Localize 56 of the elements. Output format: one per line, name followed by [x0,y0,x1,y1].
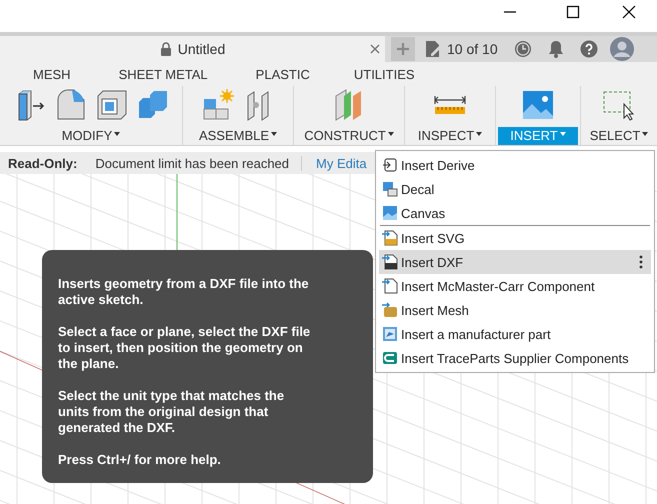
shell-icon[interactable] [94,88,128,122]
toolbar-group-button[interactable]: CONSTRUCT [300,127,398,145]
menu-item[interactable]: Canvas [379,201,651,225]
menu-item[interactable]: Decal [379,177,651,201]
new-component-icon[interactable] [200,88,234,122]
traceparts-icon [382,350,398,366]
mesh-icon [382,302,398,318]
avatar-icon[interactable] [610,37,634,61]
maximize-icon[interactable] [566,5,580,19]
notice-message: Document limit has been reached [95,156,302,170]
caret-icon [476,132,482,136]
document-edit-icon[interactable] [425,40,441,58]
menu-item[interactable]: Insert TraceParts Supplier Components [379,346,651,370]
menu-item[interactable]: Insert a manufacturer part [379,322,651,346]
manufacturer-icon [382,326,398,342]
canvas-icon [382,205,398,221]
ribbon-tab[interactable]: SHEET METAL [118,66,208,82]
svg-icon [382,230,398,246]
toolbar-group-button[interactable]: INSPECT [414,127,486,145]
document-count: 10 of 10 [447,41,498,57]
caret-icon [271,132,278,136]
bell-icon[interactable] [548,40,564,58]
ribbon-tab[interactable]: MESH [33,66,71,82]
clock-icon[interactable] [514,40,532,58]
decal-icon [382,181,398,197]
tooltip-text: Select a face or plane, select the DXF file to insert, then position the geometry on the plane. [58,324,312,372]
ribbon-tab[interactable]: PLASTIC [256,66,310,82]
close-icon[interactable] [622,5,636,19]
menu-item[interactable]: Insert Mesh [379,298,651,322]
toolbar-group-button[interactable]: MODIFY [58,127,124,145]
toolbar-group-button[interactable]: ASSEMBLE [194,127,282,145]
menu-item[interactable]: Insert DXF [379,250,651,274]
caret-icon [642,132,648,136]
read-only-label: Read-Only: [8,156,78,170]
caret-icon [388,132,394,136]
tooltip-text: Inserts geometry from a DXF file into the active sketch. [58,276,310,308]
help-icon[interactable] [580,40,598,58]
close-tab-icon[interactable] [370,44,380,54]
menu-item[interactable]: Insert SVG [379,226,651,250]
caret-icon [114,132,120,136]
ribbon-tab[interactable]: UTILITIES [354,66,415,82]
mcmaster-icon [382,278,398,294]
tooltip-text: Select the unit type that matches the units from the original design that generated the DXF. [58,388,286,436]
plus-icon [396,42,410,56]
document-tab[interactable]: Untitled [0,36,385,62]
caret-icon [560,132,566,136]
document-title: Untitled [178,41,226,57]
derive-icon [382,157,398,173]
editable-link[interactable]: My Edita [316,156,367,170]
toolbar-group-button[interactable]: SELECT [586,127,652,145]
dxf-icon [382,254,398,270]
tooltip-text: Press Ctrl+/ for more help. [58,452,222,468]
more-options-icon[interactable] [639,255,643,269]
menu-item[interactable]: Insert Derive [379,153,651,177]
menu-item[interactable]: Insert McMaster-Carr Component [379,274,651,298]
image-icon[interactable] [521,88,555,122]
